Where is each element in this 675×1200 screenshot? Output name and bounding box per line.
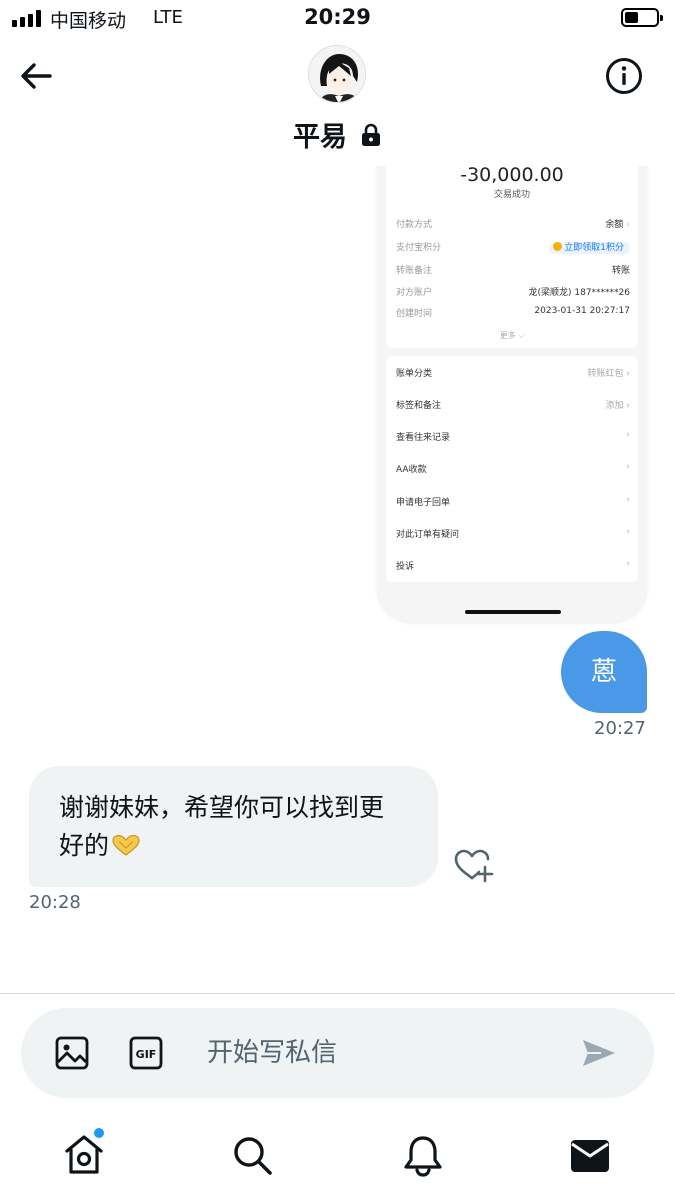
- arrow-left-icon: [21, 63, 52, 89]
- avatar[interactable]: [308, 45, 366, 103]
- coin-icon: [553, 242, 563, 251]
- status-bar: 中国移动 LTE 20:29: [0, 0, 675, 38]
- envelope-icon: [571, 1140, 609, 1172]
- notification-dot: [94, 1128, 104, 1138]
- lock-icon: [362, 123, 381, 146]
- receipt-amount: -30,000.00: [460, 164, 564, 186]
- tab-messages[interactable]: [567, 1132, 613, 1178]
- conversation-info-button[interactable]: [604, 56, 644, 96]
- tab-search[interactable]: [229, 1132, 275, 1178]
- conversation-title: 平易: [292, 122, 347, 153]
- receipt-action-row: 查看往来记录 ›: [396, 430, 630, 443]
- send-button[interactable]: [581, 1036, 617, 1070]
- composer-divider: [0, 993, 675, 994]
- outgoing-message-bubble[interactable]: 蒽: [561, 631, 647, 713]
- receipt-summary-card: -30,000.00 交易成功 付款方式 余额 › 支付宝积分 立即领取1积分 转…: [386, 150, 638, 348]
- back-button[interactable]: [14, 56, 58, 96]
- svg-text:GIF: GIF: [136, 1048, 157, 1061]
- react-button[interactable]: [452, 846, 494, 884]
- tab-home[interactable]: [61, 1128, 107, 1178]
- receipt-more: 更多 ⌵: [499, 331, 525, 340]
- conversation-header: 平易: [0, 38, 675, 166]
- status-time: 20:29: [304, 5, 371, 29]
- points-badge: 立即领取1积分: [549, 242, 630, 254]
- send-icon: [583, 1040, 615, 1066]
- receipt-detail-row: 付款方式 余额 ›: [396, 220, 630, 230]
- receipt-detail-row: 转账备注 转账: [396, 266, 630, 276]
- receipt-action-row: 标签和备注 添加 ›: [396, 401, 630, 411]
- receipt-detail-row: 支付宝积分 立即领取1积分: [396, 240, 630, 254]
- message-text-line: 谢谢妹妹，希望你可以找到更: [59, 793, 385, 822]
- dm-conversation-screen: 中国移动 LTE 20:29 平易 -30,000.00 交易成功 付款方式 余…: [0, 0, 675, 1200]
- tab-notifications[interactable]: [400, 1132, 446, 1178]
- receipt-detail-row: 对方账户 龙(梁顺龙) 187******26: [396, 288, 630, 298]
- receipt-action-row: 申请电子回单 ›: [396, 495, 630, 508]
- home-indicator: [465, 610, 561, 614]
- receipt-action-row: 投诉 ›: [396, 559, 630, 572]
- receipt-action-row: 对此订单有疑问 ›: [396, 527, 630, 540]
- home-icon: [65, 1135, 103, 1174]
- receipt-action-row: AA收款 ›: [396, 462, 630, 475]
- info-icon: [606, 58, 642, 94]
- message-composer: GIF: [21, 1008, 654, 1098]
- receipt-actions-card: 账单分类 转账红包 › 标签和备注 添加 › 查看往来记录 › AA收款 › 申请电…: [386, 356, 638, 582]
- receipt-action-row: 账单分类 转账红包 ›: [396, 369, 630, 379]
- battery-icon: [621, 8, 663, 27]
- message-text-line: 好的: [59, 831, 110, 860]
- outgoing-message-time: 20:27: [594, 718, 646, 739]
- incoming-message-time: 20:28: [29, 892, 81, 913]
- heart-hands-emoji: [112, 834, 140, 856]
- bell-icon: [404, 1136, 442, 1177]
- shared-image-receipt[interactable]: -30,000.00 交易成功 付款方式 余额 › 支付宝积分 立即领取1积分 转…: [377, 150, 647, 622]
- add-gif-button[interactable]: GIF: [129, 1036, 163, 1070]
- gif-icon: GIF: [129, 1036, 163, 1070]
- image-icon: [55, 1036, 89, 1070]
- search-icon: [234, 1137, 272, 1175]
- heart-plus-icon: [454, 849, 494, 883]
- incoming-message-bubble[interactable]: 谢谢妹妹，希望你可以找到更 好的: [29, 766, 438, 887]
- receipt-detail-row: 创建时间 2023-01-31 20:27:17: [396, 306, 630, 319]
- receipt-status: 交易成功: [493, 190, 530, 200]
- message-input[interactable]: [207, 1034, 547, 1072]
- add-image-button[interactable]: [55, 1036, 89, 1070]
